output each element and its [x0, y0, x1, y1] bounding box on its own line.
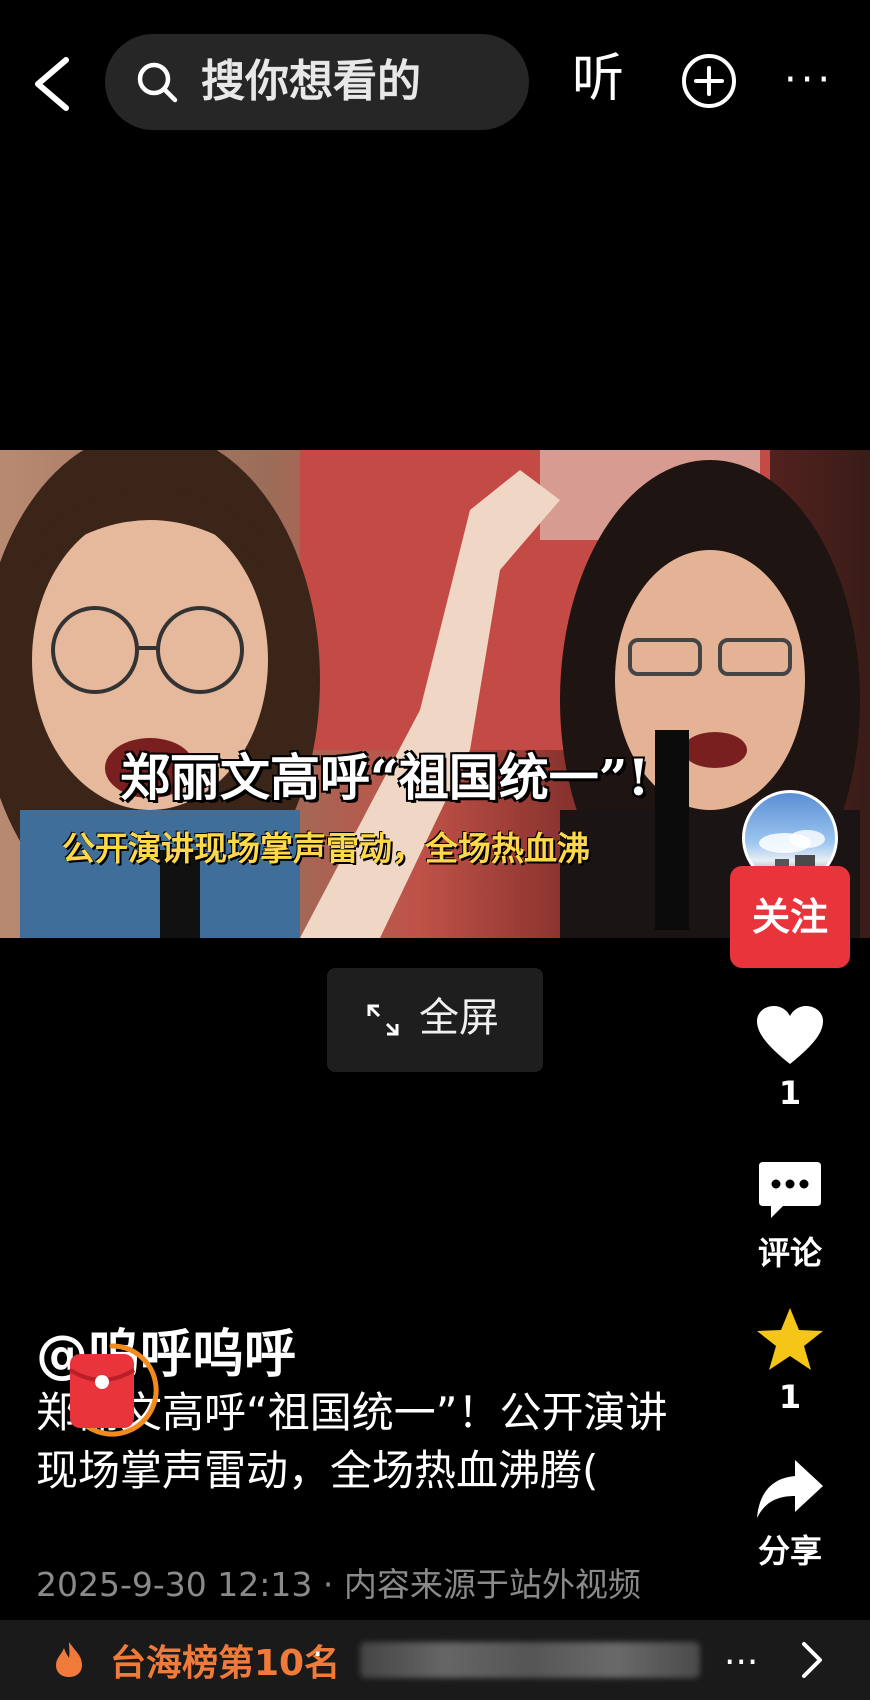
back-button[interactable]: [22, 48, 82, 118]
banner-separator: ·: [312, 1634, 324, 1675]
like-button[interactable]: 1: [740, 1004, 840, 1112]
listen-button[interactable]: 听: [572, 44, 624, 114]
heart-icon: [757, 1006, 823, 1064]
post-meta: 2025-9-30 12:13 · 内容来源于站外视频: [36, 1558, 641, 1606]
video-title-overlay: 郑丽文高呼“祖国统一”!: [120, 748, 650, 807]
post-timestamp: 2025-9-30 12:13: [36, 1565, 313, 1604]
search-icon: [137, 62, 178, 103]
share-button[interactable]: 分享: [740, 1458, 840, 1572]
comment-icon: [759, 1162, 821, 1218]
more-button[interactable]: ···: [784, 60, 834, 100]
fire-icon: [56, 1642, 82, 1677]
like-count: 1: [778, 1074, 802, 1112]
share-label: 分享: [757, 1532, 822, 1570]
rank-label: 台海榜第10名: [110, 1643, 341, 1684]
favorite-count: 1: [778, 1378, 802, 1416]
share-icon: [757, 1460, 823, 1518]
fullscreen-button[interactable]: 全屏: [327, 968, 543, 1072]
chevron-left-icon: [35, 57, 69, 111]
chevron-right-icon: [802, 1642, 822, 1678]
favorite-button[interactable]: 1: [740, 1306, 840, 1416]
comment-label: 评论: [757, 1234, 822, 1272]
video-subtitle-overlay: 公开演讲现场掌声雷动，全场热血沸: [62, 829, 590, 868]
top-bar: 搜你想看的 听 ···: [0, 0, 870, 170]
ranking-banner[interactable]: 台海榜第10名 · ...: [0, 1620, 870, 1700]
blurred-headline: [360, 1642, 700, 1678]
meta-separator: ·: [322, 1565, 334, 1604]
banner-ellipsis: ...: [724, 1632, 759, 1673]
search-bar[interactable]: 搜你想看的: [105, 34, 529, 130]
fullscreen-label: 全屏: [419, 995, 499, 1041]
follow-button[interactable]: 关注: [730, 866, 850, 968]
star-icon: [757, 1308, 823, 1370]
post-source: 内容来源于站外视频: [343, 1565, 641, 1604]
expand-icon: [367, 1004, 399, 1036]
search-placeholder: 搜你想看的: [201, 56, 421, 107]
add-icon[interactable]: [680, 52, 738, 110]
comment-button[interactable]: 评论: [740, 1160, 840, 1274]
red-envelope-icon[interactable]: [62, 1340, 162, 1440]
